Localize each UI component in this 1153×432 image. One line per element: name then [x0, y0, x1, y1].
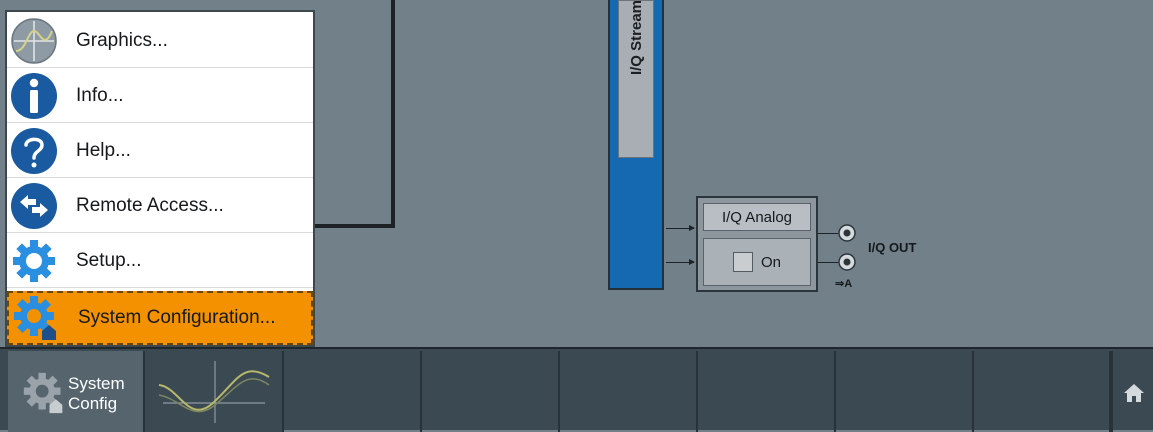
- menu-item-label: Remote Access...: [76, 194, 224, 216]
- iq-stream-label: I/Q Stream: [627, 0, 645, 76]
- menu-item-label: Info...: [76, 84, 124, 106]
- remote-access-icon: [8, 180, 60, 232]
- signal-arrow-q: [666, 259, 695, 265]
- taskbar: System Config: [0, 347, 1153, 432]
- menu-item-label: Graphics...: [76, 29, 168, 51]
- taskbar-graphics-button[interactable]: [145, 351, 284, 432]
- taskbar-slot[interactable]: [560, 351, 698, 432]
- system-config-icon: [10, 292, 62, 344]
- menu-item-graphics[interactable]: Graphics...: [7, 14, 313, 68]
- output-line-q: [818, 262, 838, 263]
- taskbar-system-config-button[interactable]: System Config: [8, 351, 145, 432]
- home-icon: [1124, 384, 1144, 402]
- iq-out-label: I/Q OUT: [868, 240, 917, 255]
- menu-item-setup[interactable]: Setup...: [7, 234, 313, 288]
- menu-item-help[interactable]: Help...: [7, 124, 313, 178]
- menu-item-info[interactable]: Info...: [7, 69, 313, 123]
- menu-item-remote-access[interactable]: Remote Access...: [7, 179, 313, 233]
- iq-analog-checkbox[interactable]: [732, 252, 753, 272]
- output-marker: ⇒A: [835, 278, 853, 290]
- taskbar-slot[interactable]: [836, 351, 974, 432]
- graphics-icon: [8, 15, 60, 67]
- bnc-connector-icon: [838, 253, 856, 271]
- taskbar-slot[interactable]: [284, 351, 422, 432]
- iq-analog-state-toggle[interactable]: On: [703, 238, 811, 286]
- system-menu: Graphics... Info... Help... Remote Acces…: [5, 10, 315, 347]
- menu-item-label: Help...: [76, 139, 131, 161]
- taskbar-slot[interactable]: [698, 351, 836, 432]
- signal-line-vertical: [391, 0, 395, 228]
- taskbar-slot[interactable]: [974, 351, 1111, 432]
- signal-line-horizontal: [312, 224, 395, 228]
- help-icon: [8, 125, 60, 177]
- taskbar-slot[interactable]: [422, 351, 560, 432]
- menu-item-label: System Configuration...: [78, 307, 276, 328]
- menu-item-system-configuration[interactable]: System Configuration...: [7, 291, 313, 345]
- gear-icon: [8, 235, 60, 287]
- home-button[interactable]: [1111, 351, 1153, 432]
- system-config-icon: [23, 372, 63, 414]
- graphics-icon: [158, 361, 270, 423]
- menu-item-label: Setup...: [76, 249, 142, 271]
- iq-analog-state-label: On: [760, 253, 781, 271]
- taskbar-system-config-label: System Config: [68, 374, 125, 413]
- output-line-i: [818, 233, 838, 234]
- bnc-connector-icon: [838, 224, 856, 242]
- signal-arrow-i: [666, 225, 695, 231]
- iq-analog-button[interactable]: I/Q Analog: [703, 203, 811, 231]
- info-icon: [8, 70, 60, 122]
